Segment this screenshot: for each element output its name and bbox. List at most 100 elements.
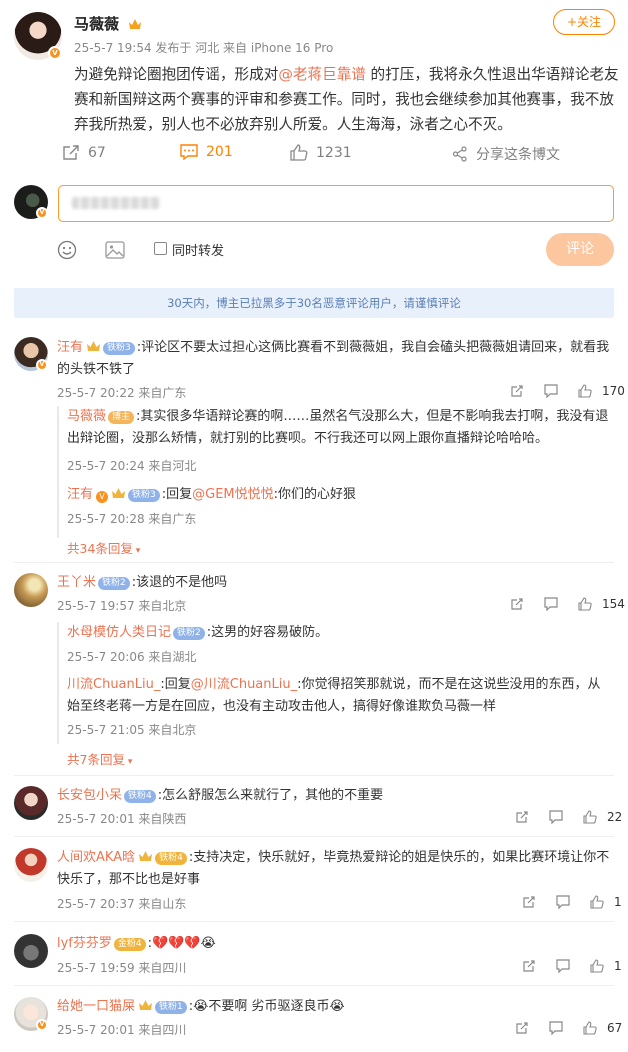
thumbs-up-icon[interactable] [583,810,597,824]
more-replies-link[interactable]: 共7条回复 ▾ [67,749,132,768]
comment-text: 人间欢AKA晗 铁粉4:支持决定，快乐就好，毕竟热爱辩论的姐是快乐的，如果比赛环境… [57,847,614,891]
commenter-avatar[interactable] [14,848,48,882]
verified-badge-icon: V [36,1019,48,1031]
author-name[interactable]: 马薇薇 [74,13,142,34]
blurred-draft-text [72,197,160,209]
divider [14,985,614,986]
thumbs-up-icon[interactable] [578,384,592,398]
mention-link[interactable]: @老蒋巨靠谱 [278,66,366,83]
reply-text: 水母模仿人类日记 铁粉2:这男的好容易破防。 [67,622,612,644]
crown-icon [129,19,142,29]
reply-content: :你们的心好狠 [273,487,357,502]
repost-icon[interactable] [522,895,536,909]
repost-icon[interactable] [515,810,529,824]
comment-button[interactable]: 201 [180,144,233,160]
reply-icon[interactable] [549,810,563,824]
fan-badge: 铁粉4 [124,790,156,803]
commenter-avatar[interactable] [14,934,48,968]
commenter-avatar[interactable] [14,573,48,607]
comment-text: lyf芬芬罗 金粉4:💔💔💔😭 [57,933,614,955]
share-label: 分享这条博文 [476,147,560,163]
reply-icon[interactable] [544,597,558,611]
more-replies-link[interactable]: 共34条回复 ▾ [67,538,140,557]
reply-icon[interactable] [556,959,570,973]
reply-icon[interactable] [556,895,570,909]
comment-content: :评论区不要太过担心这俩比赛看不到薇薇姐，我自会磕头把薇薇姐请回来，就看我的头铁… [57,340,610,377]
comment-meta: 25-5-7 19:57 来自北京 [57,599,187,613]
replier-name[interactable]: 水母模仿人类日记 [67,625,171,640]
repost-icon[interactable] [510,384,524,398]
like-button[interactable]: 1231 [290,144,352,161]
replier-name[interactable]: 马薇薇 [67,409,106,424]
comment-content: :怎么舒服怎么来就行了，其他的不重要 [157,788,384,803]
commenter-name[interactable]: lyf芬芬罗 [57,936,112,951]
divider [14,775,614,776]
commenter-name[interactable]: 长安包小呆 [57,788,122,803]
mention-link[interactable]: @川流ChuanLiu_ [191,677,297,692]
commenter-name[interactable]: 人间欢AKA晗 [57,850,135,865]
emoji-icon[interactable] [57,240,77,260]
repost-button[interactable]: 67 [62,144,106,161]
like-count: 170 [602,384,625,398]
follow-button[interactable]: +关注 [553,9,615,35]
fan-badge: 铁粉3 [103,342,135,355]
divider [14,836,614,837]
fan-badge: 铁粉4 [155,852,187,865]
chevron-down-icon: ▾ [124,757,133,767]
comment-tools: 170 [510,384,625,398]
replier-name[interactable]: 川流ChuanLiu_ [67,677,160,692]
like-count: 1231 [316,144,352,161]
reply-icon[interactable] [549,1021,563,1035]
reply-text: 川流ChuanLiu_:回复@川流ChuanLiu_:你觉得招笑那就说，而不是在… [67,674,612,718]
repost-icon[interactable] [515,1021,529,1035]
commenter-avatar[interactable] [14,786,48,820]
thumbs-up-icon[interactable] [590,959,604,973]
thumbs-up-icon[interactable] [578,597,592,611]
comment-tools: 1 [522,895,622,909]
repost-checkbox-label[interactable]: 同时转发 [172,240,224,259]
comment-tools: 154 [510,597,625,611]
comment-meta: 25-5-7 19:59 来自四川 [57,961,187,975]
commenter-name[interactable]: 汪有 [57,340,83,355]
comment-count: 201 [206,144,233,160]
thumbs-up-icon [290,144,308,161]
fan-badge: 铁粉3 [128,489,160,502]
replier-name[interactable]: 汪有 [67,487,93,502]
comment-text: 长安包小呆 铁粉4:怎么舒服怎么来就行了，其他的不重要 [57,785,614,807]
image-upload-icon[interactable] [105,241,125,259]
like-count: 22 [607,810,623,824]
post-text: 为避免辩论圈抱团传谣，形成对@老蒋巨靠谱 的打压，我将永久性退出华语辩论老友赛和… [74,62,619,137]
more-replies-label[interactable]: 共34条回复 [67,541,133,556]
author-name-text[interactable]: 马薇薇 [74,15,119,33]
repost-icon [63,145,79,160]
vip-crown-icon [112,488,126,498]
post-text-part: 为避免辩论圈抱团传谣，形成对 [74,66,279,83]
comment-content: :该退的不是他吗 [131,575,228,590]
thumbs-up-icon[interactable] [583,1021,597,1035]
reply-prefix: :回复 [160,677,191,692]
chevron-down-icon: ▾ [132,546,141,556]
reply-icon[interactable] [544,384,558,398]
mention-link[interactable]: @GEM悦悦悦 [192,487,274,502]
share-button[interactable]: 分享这条博文 [452,144,560,164]
commenter-name[interactable]: 王丫米 [57,575,96,590]
repost-count: 67 [88,144,106,161]
comment-tools: 1 [522,959,622,973]
vip-crown-icon [139,851,153,861]
comment-tools: 67 [515,1021,622,1035]
fan-badge: 金粉4 [113,938,146,951]
author-badge: 博主 [108,411,135,424]
commenter-name[interactable]: 给她一口猫屎 [57,999,135,1014]
repost-icon[interactable] [510,597,524,611]
submit-comment-button[interactable]: 评论 [546,233,614,266]
comment-icon [180,144,198,160]
repost-checkbox[interactable] [154,242,167,255]
more-replies-label[interactable]: 共7条回复 [67,752,125,767]
thumbs-up-icon[interactable] [590,895,604,909]
comment-meta: 25-5-7 20:01 来自陕西 [57,812,187,826]
post-meta: 25-5-7 19:54 发布于 河北 来自 iPhone 16 Pro [74,41,334,55]
share-icon [452,146,467,162]
fan-badge: 铁粉1 [155,1001,187,1014]
like-count: 154 [602,597,625,611]
repost-icon[interactable] [522,959,536,973]
